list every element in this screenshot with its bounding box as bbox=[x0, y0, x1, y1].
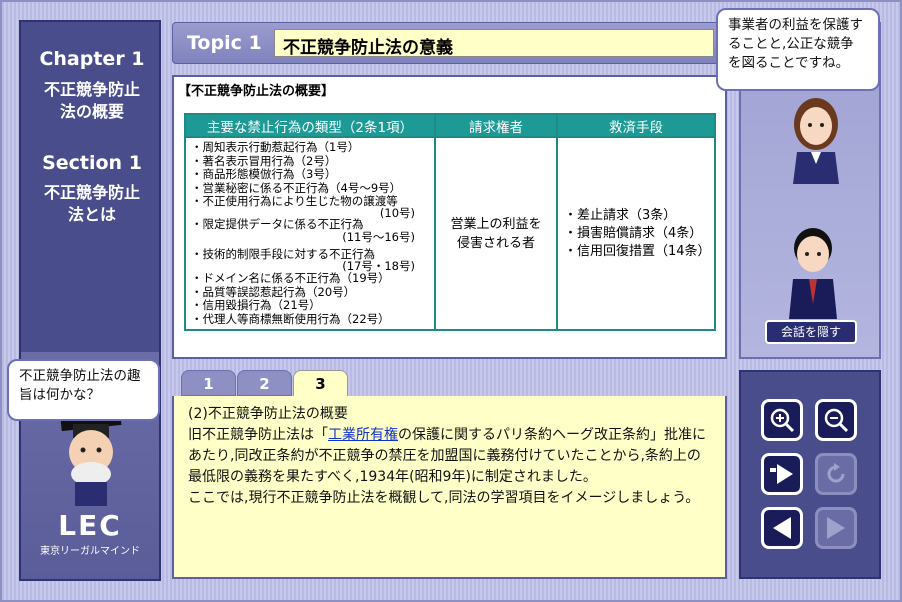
remedies-cell: ・差止請求（3条） ・損害賠償請求（4条） ・信用回復措置（14条） bbox=[556, 136, 716, 331]
teacher-avatar bbox=[60, 414, 122, 506]
section-title-line2: 法とは bbox=[67, 205, 116, 224]
chapter-title-line2: 法の概要 bbox=[59, 102, 124, 121]
header-remedies: 救済手段 bbox=[556, 113, 716, 138]
list-item: ・品質等誤認惹起行為（20号） bbox=[191, 284, 356, 299]
remedy-item: ・損害賠償請求（4条） bbox=[564, 225, 703, 241]
remedy-item: ・信用回復措置（14条） bbox=[564, 243, 711, 259]
chapter-label: Chapter 1 bbox=[39, 48, 145, 70]
claimant-line1: 営業上の利益を bbox=[450, 216, 542, 232]
list-item: ・ドメイン名に係る不正行為（19号） bbox=[191, 271, 390, 285]
section-title-line1: 不正競争防止 bbox=[43, 183, 140, 202]
topic-bar: Topic 1 不正競争防止法の意義 bbox=[172, 22, 727, 64]
section-label: Section 1 bbox=[42, 152, 142, 174]
prev-icon[interactable] bbox=[761, 507, 803, 549]
woman-speech-line1: 事業者の利益を保護す bbox=[728, 17, 863, 33]
teacher-speech-line2: 旨は何かな？ bbox=[19, 387, 100, 403]
header-prohibited-acts: 主要な禁止行為の類型（2条1項） bbox=[184, 113, 436, 138]
replay-icon[interactable] bbox=[815, 453, 857, 495]
law-overview-table: 主要な禁止行為の類型（2条1項） 請求権者 救済手段 ・周知表示行動惹起行為（1… bbox=[184, 113, 716, 331]
lec-logo: LEC 東京リーガルマインド bbox=[21, 509, 159, 557]
woman-avatar bbox=[793, 98, 839, 184]
man-avatar bbox=[789, 228, 837, 319]
logo-subtitle: 東京リーガルマインド bbox=[40, 546, 140, 557]
explanation-paragraph-1: 旧不正競争防止法は「工業所有権の保護に関するパリ条約ヘーグ改正条約」批准にあたり… bbox=[188, 425, 711, 488]
zoom-out-icon[interactable] bbox=[815, 399, 857, 441]
content-panel: 【不正競争防止法の概要】 主要な禁止行為の類型（2条1項） 請求権者 救済手段 … bbox=[172, 75, 727, 359]
remedy-item: ・差止請求（3条） bbox=[564, 207, 677, 223]
logo-name: LEC bbox=[58, 509, 122, 542]
explanation-heading: (2)不正競争防止法の概要 bbox=[188, 406, 348, 422]
claimant-line2: 侵害される者 bbox=[456, 235, 535, 251]
topic-title: 不正競争防止法の意義 bbox=[274, 29, 714, 58]
glossary-link[interactable]: 工業所有権 bbox=[328, 427, 398, 443]
next-icon[interactable] bbox=[815, 507, 857, 549]
prohibited-acts-cell: ・周知表示行動惹起行為（1号） ・著名表示冒用行為（2号） ・商品形態模倣行為（… bbox=[184, 136, 436, 331]
list-item: ・商品形態模倣行為（3号） bbox=[191, 167, 337, 181]
topic-label: Topic 1 bbox=[187, 32, 262, 54]
list-item: ・限定提供データに係る不正行為 bbox=[191, 216, 364, 231]
header-claimant: 請求権者 bbox=[434, 113, 558, 138]
woman-speech-bubble: 事業者の利益を保護す ることと,公正な競争 を図ることですね。 bbox=[716, 8, 880, 91]
tab-3[interactable]: 3 bbox=[293, 370, 348, 398]
list-item: ・信用毀損行為（21号） bbox=[191, 298, 321, 312]
explanation-paragraph-2: ここでは,現行不正競争防止法を概観して,同法の学習項目をイメージしましょう。 bbox=[188, 490, 700, 506]
chapter-title-line1: 不正競争防止 bbox=[43, 80, 140, 99]
list-item: (11号～16号) bbox=[342, 230, 415, 244]
list-item: ・周知表示行動惹起行為（1号） bbox=[191, 140, 360, 154]
content-title: 【不正競争防止法の概要】 bbox=[178, 84, 335, 99]
chapter-panel: Chapter 1 不正競争防止 法の概要 Section 1 不正競争防止 法… bbox=[19, 20, 161, 581]
skip-icon[interactable] bbox=[761, 453, 803, 495]
list-item: ・著名表示冒用行為（2号） bbox=[191, 153, 337, 168]
claimant-cell: 営業上の利益を 侵害される者 bbox=[434, 136, 558, 331]
list-item: ・営業秘密に係る不正行為（4号～9号） bbox=[191, 180, 402, 195]
teacher-speech-bubble: 不正競争防止法の趣 旨は何かな？ bbox=[7, 359, 160, 421]
woman-speech-line3: を図ることですね。 bbox=[728, 55, 850, 71]
zoom-in-icon[interactable] bbox=[761, 399, 803, 441]
explanation-panel: (2)不正競争防止法の概要 旧不正競争防止法は「工業所有権の保護に関するパリ条約… bbox=[172, 396, 727, 579]
teacher-speech-line1: 不正競争防止法の趣 bbox=[19, 368, 141, 384]
list-item: ・代理人等商標無断使用行為（22号） bbox=[191, 311, 390, 326]
hide-conversation-button[interactable]: 会話を隠す bbox=[765, 320, 857, 344]
woman-speech-line2: ることと,公正な競争 bbox=[728, 36, 854, 52]
tab-2[interactable]: 2 bbox=[237, 370, 292, 396]
paragraph-text: 旧不正競争防止法は「 bbox=[188, 427, 328, 443]
tab-1[interactable]: 1 bbox=[181, 370, 236, 396]
